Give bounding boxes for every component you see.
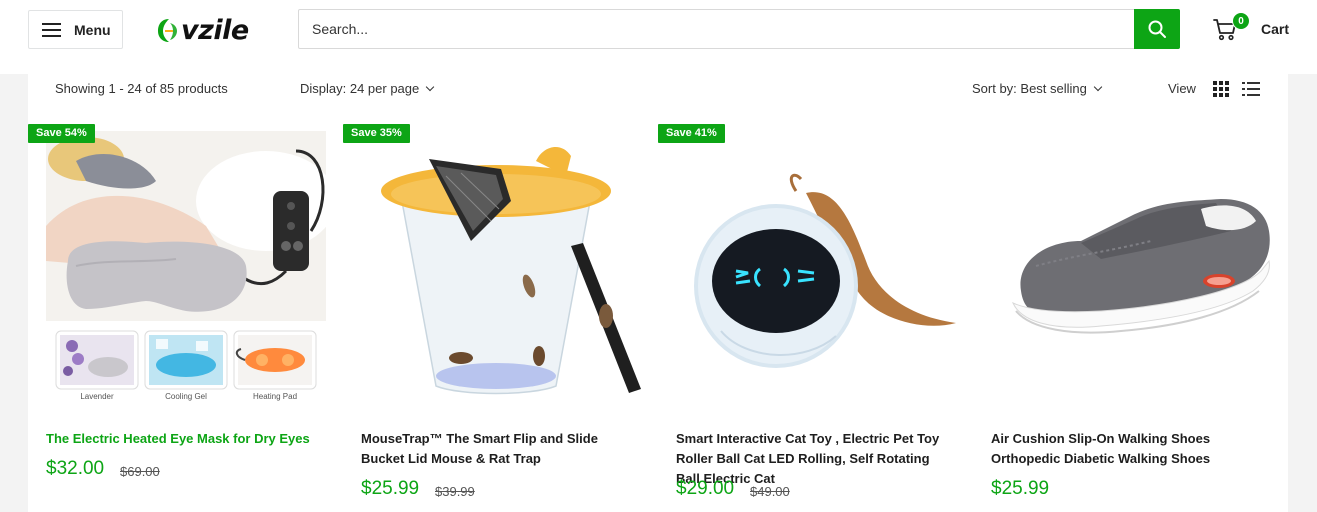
product-price: $29.00 [676,478,735,499]
view-label: View [1168,81,1196,96]
product-compare-price: $69.00 [120,464,160,479]
menu-label: Menu [74,21,111,38]
cart-link[interactable]: 0 Cart [1212,12,1292,46]
product-price: $32.00 [46,458,105,479]
collection-toolbar: Showing 1 - 24 of 85 products Display: 2… [28,74,1288,104]
save-badge: Save 35% [343,124,410,143]
menu-button[interactable]: Menu [28,10,123,49]
search-bar [298,9,1180,49]
display-per-page-select[interactable]: Display: 24 per page [300,81,435,96]
search-button[interactable] [1134,9,1180,49]
search-icon [1148,20,1166,38]
product-card[interactable]: Save 35% MouseTrap™ The Smart Flip and S… [343,124,658,512]
product-image-eye-mask[interactable]: Lavender Cooling Gel Heating Pad [46,131,326,406]
product-image-cat-toy[interactable] [676,131,956,406]
product-compare-price: $39.99 [435,484,475,499]
product-collection: Showing 1 - 24 of 85 products Display: 2… [28,74,1288,512]
cart-count-badge: 0 [1232,12,1250,30]
thumb-label-cooling-gel: Cooling Gel [165,392,207,401]
grid-view-icon[interactable] [1213,81,1229,97]
cart-label: Cart [1261,21,1290,37]
product-card[interactable]: Air Cushion Slip-On Walking Shoes Orthop… [973,124,1288,512]
thumb-label-heating-pad: Heating Pad [253,392,297,401]
save-badge: Save 54% [28,124,95,143]
product-title[interactable]: The Electric Heated Eye Mask for Dry Eye… [46,429,326,449]
product-title[interactable]: Air Cushion Slip-On Walking Shoes Orthop… [991,429,1271,469]
sort-by-label: Sort by: Best selling [972,81,1087,96]
display-per-page-label: Display: 24 per page [300,81,420,96]
product-compare-price: $49.00 [750,484,790,499]
product-image-mouse-trap[interactable] [361,131,641,406]
list-view-icon[interactable] [1242,81,1260,97]
hamburger-icon [42,22,61,37]
product-count: Showing 1 - 24 of 85 products [55,81,228,96]
chevron-down-icon [426,82,435,92]
site-logo[interactable]: vzile [157,12,249,48]
site-header: Menu vzile 0 Cart [0,0,1317,74]
logo-mark-icon [158,19,177,42]
search-input[interactable] [299,10,1133,48]
product-card[interactable]: Lavender Cooling Gel Heating Pad Save 54… [28,124,343,512]
product-title[interactable]: MouseTrap™ The Smart Flip and Slide Buck… [361,429,641,469]
sort-by-select[interactable]: Sort by: Best selling [972,81,1103,96]
product-card[interactable]: Save 41% Smart Interactive Cat Toy , Ele… [658,124,973,512]
product-price: $25.99 [991,478,1050,499]
product-image-walking-shoe[interactable] [991,131,1271,406]
thumb-label-lavender: Lavender [80,392,114,401]
product-price: $25.99 [361,478,420,499]
logo-text: vzile [181,14,249,46]
save-badge: Save 41% [658,124,725,143]
chevron-down-icon [1093,82,1103,92]
